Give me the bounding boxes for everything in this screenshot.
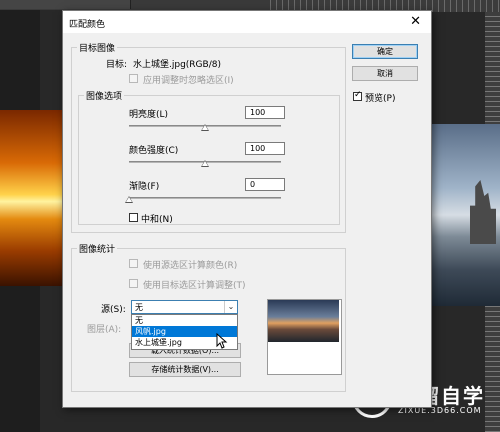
target-value: 水上城堡.jpg(RGB/8) [133, 60, 221, 70]
target-label: 目标: [106, 60, 128, 70]
color-intensity-label: 颜色强度(C) [129, 146, 179, 156]
luminance-label: 明亮度(L) [129, 110, 169, 120]
stats-group-legend: 图像统计 [79, 245, 116, 255]
dialog-title: 匹配颜色 [69, 20, 106, 30]
ok-button[interactable]: 确定 [352, 44, 418, 59]
neutralize-checkbox[interactable] [129, 213, 138, 222]
luminance-slider[interactable] [201, 124, 209, 131]
ignore-selection-label: 应用调整时忽略选区(I) [143, 76, 234, 86]
match-color-dialog: 匹配颜色 ✕ 目标图像 目标: 水上城堡.jpg(RGB/8) 应用调整时忽略选… [62, 10, 432, 408]
use-target-selection-checkbox[interactable] [129, 279, 138, 288]
document-tab[interactable] [0, 0, 61, 9]
close-icon[interactable]: ✕ [410, 14, 421, 29]
source-label: 源(S): [101, 305, 126, 315]
luminance-input[interactable]: 100 [245, 106, 285, 119]
preview-checkbox[interactable] [353, 90, 362, 101]
preview-label: 预览(P) [365, 94, 396, 104]
color-intensity-input[interactable]: 100 [245, 142, 285, 155]
source-thumbnail [267, 299, 342, 375]
mouse-cursor-icon [216, 333, 228, 349]
save-stats-label: 存储统计数据(V)... [151, 365, 219, 374]
chevron-down-icon[interactable]: ⌄ [224, 301, 237, 313]
color-intensity-slider[interactable] [201, 160, 209, 167]
image-options-group: 图像选项 [78, 89, 340, 225]
document-tab[interactable] [60, 0, 131, 9]
source-select[interactable]: 无 ⌄ [131, 300, 238, 314]
cancel-label: 取消 [377, 69, 393, 78]
source-selected-value: 无 [135, 303, 143, 312]
fade-track [129, 197, 281, 199]
source-thumbnail-image [268, 300, 339, 342]
use-target-selection-label: 使用目标选区计算调整(T) [143, 281, 246, 291]
ok-label: 确定 [377, 47, 393, 56]
cancel-button[interactable]: 取消 [352, 66, 418, 81]
neutralize-label: 中和(N) [141, 215, 173, 225]
fade-slider[interactable] [125, 196, 133, 203]
fade-label: 渐隐(F) [129, 182, 160, 192]
dialog-titlebar[interactable]: 匹配颜色 ✕ [63, 11, 431, 33]
layer-label: 图层(A): [87, 325, 122, 335]
sunset-photo [0, 110, 66, 286]
use-source-selection-checkbox[interactable] [129, 259, 138, 268]
save-stats-button[interactable]: 存储统计数据(V)... [129, 362, 241, 377]
fade-input[interactable]: 0 [245, 178, 285, 191]
source-option[interactable]: 无 [132, 315, 237, 326]
use-source-selection-label: 使用源选区计算颜色(R) [143, 261, 238, 271]
options-group-legend: 图像选项 [86, 92, 123, 102]
ignore-selection-checkbox[interactable] [129, 74, 138, 83]
target-group-legend: 目标图像 [79, 44, 116, 54]
